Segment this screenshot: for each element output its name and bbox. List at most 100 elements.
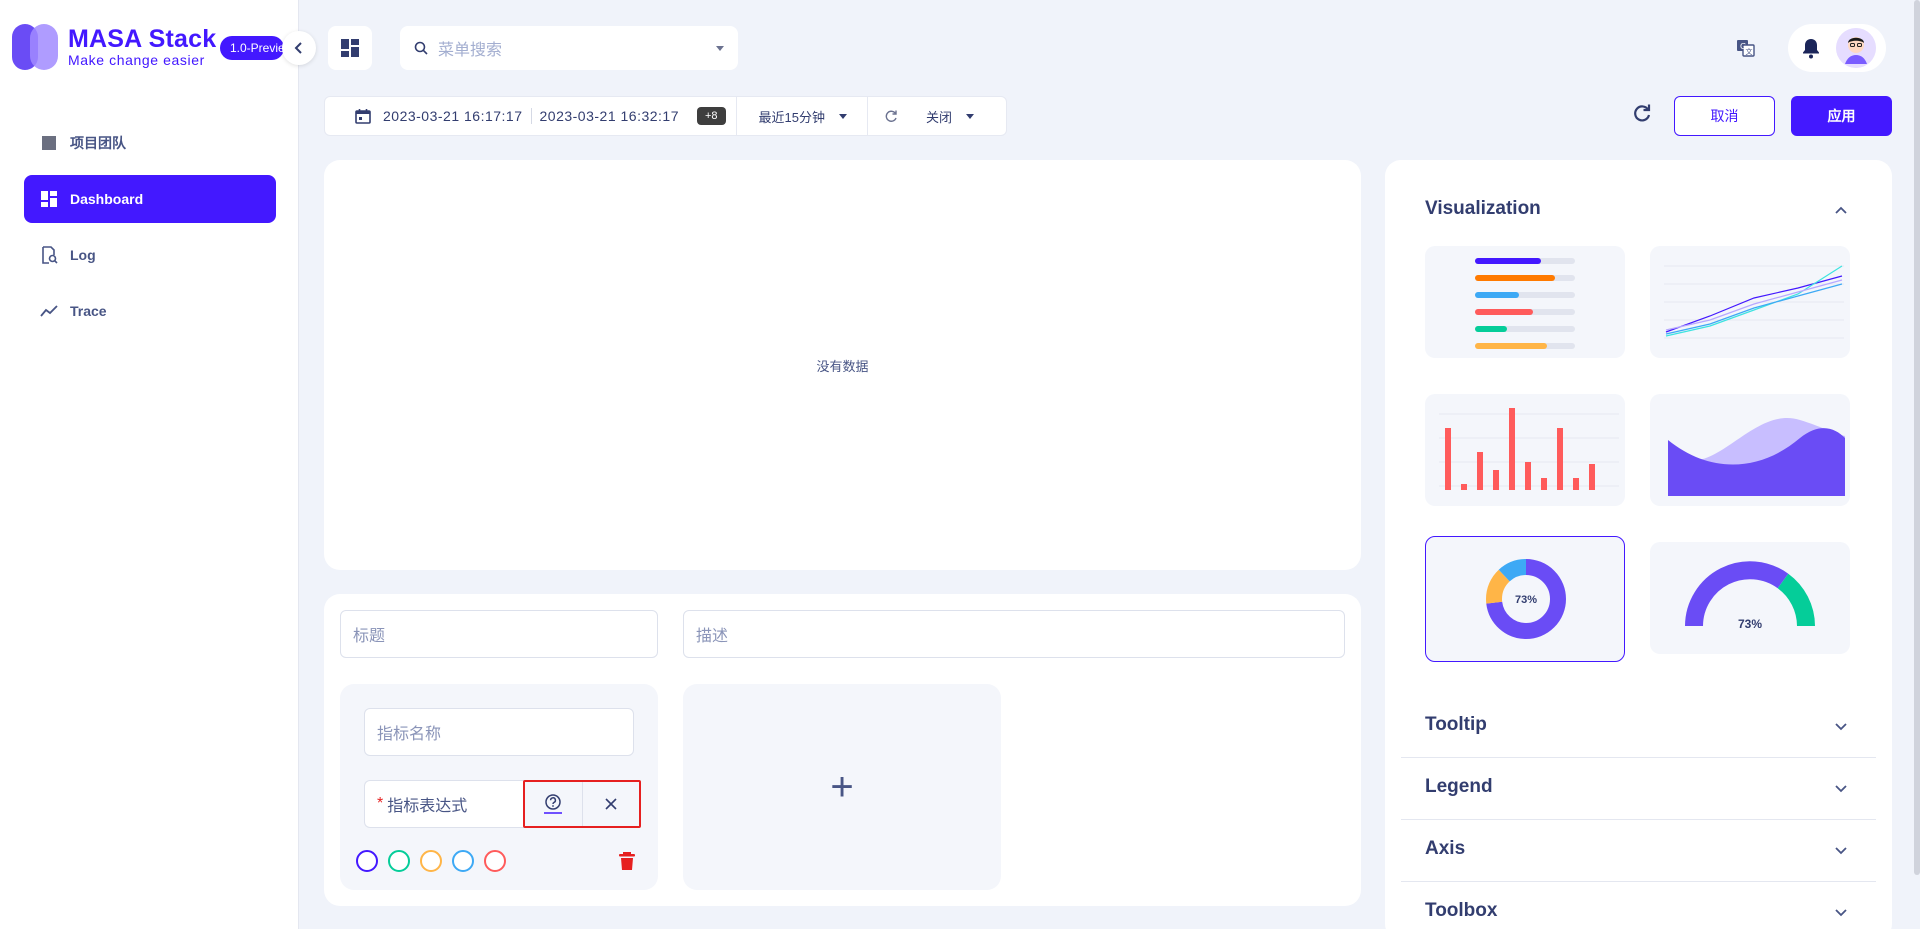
square-icon [40,134,58,152]
bell-icon[interactable] [1800,37,1822,59]
chevron-down-icon[interactable] [1833,842,1849,858]
bar-chart-thumbnail [1439,408,1619,490]
required-mark: * [377,795,384,812]
brand-subtitle: Make change easier [68,52,205,68]
sidebar-item-dashboard[interactable]: Dashboard [24,175,276,223]
description-placeholder: 描述 [696,628,729,645]
version-badge: 1.0-Preview [220,36,284,60]
visualization-title[interactable]: Visualization [1425,198,1541,220]
help-button[interactable] [525,782,582,826]
sidebar-item-log[interactable]: Log [24,231,276,279]
color-option[interactable] [356,850,378,872]
progress-bars-thumbnail [1475,258,1575,349]
viz-option-pie-chart[interactable]: 73% [1425,536,1625,662]
page-scrollbar[interactable] [1914,0,1920,875]
sidebar-item-label: Trace [70,303,107,319]
calendar-icon [355,109,371,124]
color-option[interactable] [452,850,474,872]
title-placeholder: 标题 [353,628,386,645]
viz-option-line-chart[interactable] [1650,246,1850,358]
quick-range-select[interactable]: 最近15分钟 [737,97,869,135]
section-divider [1401,757,1876,758]
expression-placeholder: 指标表达式 [387,798,468,815]
end-time: 2023-03-21 16:32:17 [539,108,679,124]
trend-icon [40,302,58,320]
color-option[interactable] [420,850,442,872]
metric-name-input[interactable]: 指标名称 [364,708,634,756]
viz-option-bar-chart[interactable] [1425,394,1625,506]
cancel-button[interactable]: 取消 [1674,96,1775,136]
user-area [1788,24,1886,72]
logo[interactable]: MASA Stack Make change easier [12,24,216,70]
search-placeholder: 菜单搜索 [438,42,503,59]
dashboard-switch-button[interactable] [328,26,372,70]
description-input[interactable]: 描述 [683,610,1345,658]
add-metric-button[interactable]: + [683,684,1001,890]
log-search-icon [40,246,58,264]
viz-option-progress-bars[interactable] [1425,246,1625,358]
sidebar-item-label: Dashboard [70,191,144,207]
chevron-down-icon [839,113,848,119]
pie-value-label: 73% [1515,594,1537,606]
sidebar-item-label: 项目团队 [70,135,126,151]
date-range-picker[interactable]: 2023-03-21 16:17:17 2023-03-21 16:32:17 … [325,97,737,135]
brand-title: MASA Stack [68,25,217,53]
title-input[interactable]: 标题 [340,610,658,658]
trash-icon[interactable] [616,850,638,872]
section-divider [1401,819,1876,820]
color-picker [356,850,506,872]
chevron-left-icon [294,42,302,54]
start-time: 2023-03-21 16:17:17 [383,108,523,124]
sidebar-collapse-button[interactable] [282,31,316,65]
apply-button[interactable]: 应用 [1791,96,1892,136]
chevron-down-icon [966,113,975,119]
quick-range-label: 最近15分钟 [758,109,826,125]
tooltip-section-title[interactable]: Tooltip [1425,714,1487,736]
menu-search-input[interactable]: 菜单搜索 [400,26,738,70]
logo-icon [12,24,58,70]
timezone-badge[interactable]: +8 [697,107,726,125]
section-divider [1401,881,1876,882]
empty-state-text: 没有数据 [816,358,869,374]
color-option[interactable] [388,850,410,872]
metric-expression-input[interactable]: * 指标表达式 [364,780,524,828]
dashboard-icon [341,39,359,57]
close-icon [605,798,617,810]
sidebar-item-project-team[interactable]: 项目团队 [24,119,276,167]
chevron-down-icon[interactable] [1833,904,1849,920]
chevron-down-icon[interactable] [1833,718,1849,734]
translate-icon: G文 [1737,40,1755,57]
gauge-value-label: 73% [1738,617,1762,631]
chevron-up-icon[interactable] [1833,202,1849,218]
chevron-down-icon[interactable] [1833,780,1849,796]
auto-refresh-select[interactable]: 关闭 [868,97,1006,135]
legend-section-title[interactable]: Legend [1425,776,1493,798]
chart-settings-panel: Visualization 73% 73% Tooltip Legend Axi… [1385,160,1892,929]
avatar[interactable] [1836,28,1876,68]
axis-section-title[interactable]: Axis [1425,838,1465,860]
sidebar-item-label: Log [70,247,96,263]
area-chart-thumbnail [1668,417,1845,496]
sidebar: MASA Stack Make change easier 1.0-Previe… [0,0,299,929]
top-bar: 菜单搜索 G文 [300,0,1920,96]
search-icon [414,41,428,55]
sidebar-nav: 项目团队 Dashboard Log Trace [24,119,276,343]
viz-option-area-chart[interactable] [1650,394,1850,506]
clear-button[interactable] [581,782,640,826]
toolbox-section-title[interactable]: Toolbox [1425,900,1497,922]
time-range-bar: 2023-03-21 16:17:17 2023-03-21 16:32:17 … [324,96,1008,136]
line-chart-thumbnail [1664,265,1844,339]
svg-text:文: 文 [1746,47,1753,56]
color-option[interactable] [484,850,506,872]
plus-icon: + [830,764,854,809]
metric-card: 指标名称 * 指标表达式 [340,684,658,890]
sidebar-item-trace[interactable]: Trace [24,287,276,335]
viz-option-gauge-chart[interactable]: 73% [1650,542,1850,654]
pie-chart-thumbnail: 73% [1486,559,1566,639]
gauge-chart-thumbnail: 73% [1685,561,1815,631]
metric-name-placeholder: 指标名称 [377,726,442,743]
help-icon [544,794,563,814]
refresh-button-icon[interactable] [1630,102,1654,126]
dashboard-icon [40,190,58,208]
language-toggle-button[interactable]: G文 [1724,26,1768,70]
